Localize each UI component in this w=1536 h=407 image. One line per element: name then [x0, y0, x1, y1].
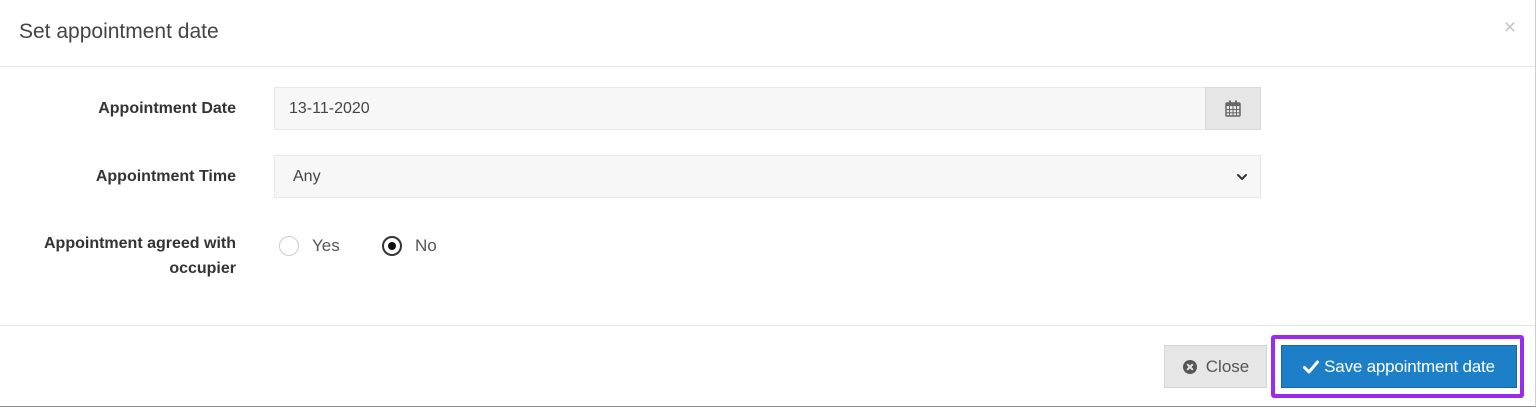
close-button[interactable]: Close	[1164, 345, 1267, 388]
appointment-agreed-label: Appointment agreed with occupier	[6, 231, 236, 281]
radio-yes[interactable]	[279, 236, 299, 256]
check-icon	[1303, 360, 1320, 374]
chevron-down-icon	[1236, 171, 1248, 183]
appointment-date-label: Appointment Date	[98, 100, 236, 117]
calendar-button[interactable]	[1205, 87, 1261, 130]
radio-yes-label[interactable]: Yes	[312, 235, 340, 257]
close-button-label: Close	[1205, 356, 1250, 376]
save-appointment-date-button[interactable]: Save appointment date	[1281, 345, 1517, 388]
modal-header: Set appointment date ×	[0, 0, 1535, 67]
radio-no-label[interactable]: No	[415, 235, 437, 257]
appointment-modal: Set appointment date × Appointment Date …	[0, 0, 1536, 407]
modal-title: Set appointment date	[19, 20, 219, 43]
appointment-time-select[interactable]: Any	[274, 155, 1261, 198]
appointment-date-input[interactable]: 13-11-2020	[274, 87, 1206, 130]
appointment-time-value: Any	[293, 168, 321, 185]
save-button-label: Save appointment date	[1324, 356, 1495, 376]
calendar-icon	[1225, 100, 1241, 117]
appointment-agreed-label-line1: Appointment agreed with	[44, 235, 236, 252]
radio-no[interactable]	[382, 236, 402, 256]
times-circle-icon	[1182, 359, 1198, 375]
appointment-agreed-label-line2: occupier	[169, 260, 236, 277]
footer-divider	[0, 325, 1535, 326]
close-icon[interactable]: ×	[1504, 16, 1516, 40]
appointment-time-label: Appointment Time	[95, 168, 236, 185]
